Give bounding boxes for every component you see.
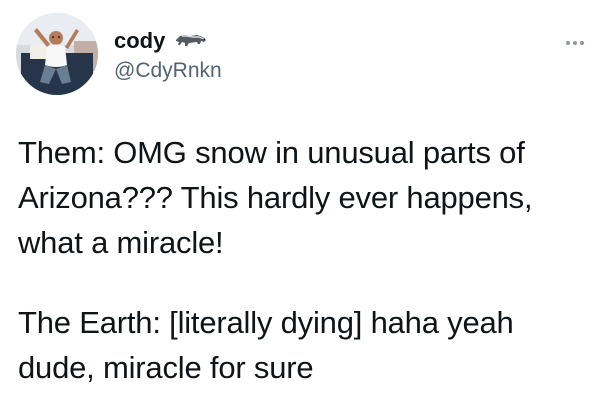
author-name-row[interactable]: cody: [114, 28, 207, 54]
display-name[interactable]: cody: [114, 28, 165, 54]
tweet-paragraph-2: The Earth: [literally dying] haha yeah d…: [18, 305, 514, 385]
avatar[interactable]: [16, 13, 98, 95]
tweet-paragraph-1: Them: OMG snow in unusual parts of Arizo…: [18, 135, 533, 260]
tweet-card: cody @CdyRnkn Them: OMG snow in unusual …: [0, 0, 599, 407]
user-handle[interactable]: @CdyRnkn: [114, 58, 222, 84]
more-options-icon: [573, 41, 577, 45]
more-options-icon: [580, 41, 584, 45]
more-options-icon: [566, 41, 570, 45]
more-options-button[interactable]: [560, 38, 590, 48]
avatar-photo: [16, 13, 98, 95]
badger-icon: [173, 30, 207, 52]
